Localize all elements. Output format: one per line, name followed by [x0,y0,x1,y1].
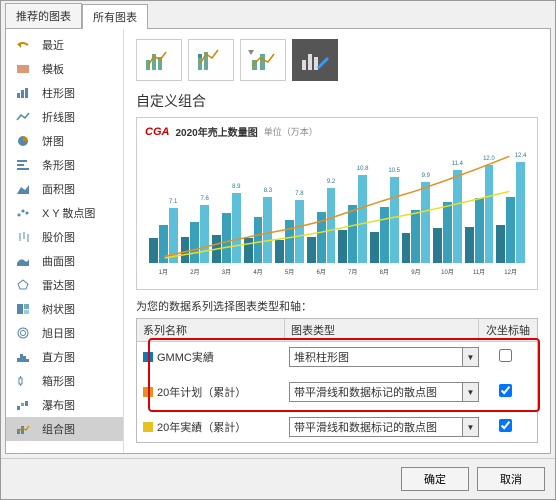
series-name: 20年実績（累計） [157,419,289,435]
chart-preview[interactable]: CGA 2020年売上数量图 单位（万本） 7.11月7.62月8.93月8.3… [136,117,538,290]
series-name: GMMC実績 [157,349,289,365]
combo-subtype-custom[interactable] [292,39,338,81]
sidebar-item-label: 最近 [42,37,64,53]
sidebar-item-label: 面积图 [42,181,75,197]
dropdown-arrow-icon: ▼ [462,418,478,436]
radar-icon [14,278,34,292]
recent-icon [14,38,34,52]
grid-header-name: 系列名称 [137,319,285,341]
chart-type-sidebar: 最近模板柱形图折线图饼图条形图面积图 X Y 散点图股价图曲面图雷达图树状图旭日图… [6,29,124,453]
sidebar-item-surface[interactable]: 曲面图 [6,249,123,273]
histogram-icon [14,350,34,364]
sidebar-item-treemap[interactable]: 树状图 [6,297,123,321]
section-title: 自定义组合 [136,91,538,111]
sidebar-item-template[interactable]: 模板 [6,57,123,81]
cancel-button[interactable]: 取消 [477,467,545,491]
series-row: 20年実績（累計）带平滑线和数据标记的散点图▼ [137,407,537,442]
stock-icon [14,230,34,244]
sidebar-item-label: 组合图 [42,421,75,437]
secondary-axis-checkbox[interactable] [499,349,512,362]
sidebar-item-label: 条形图 [42,157,75,173]
line-icon [14,110,34,124]
combo-subtype-2[interactable] [188,39,234,81]
grid-header-type: 图表类型 [285,319,479,341]
dropdown-arrow-icon: ▼ [462,383,478,401]
sidebar-item-label: 雷达图 [42,277,75,293]
tab-recommended[interactable]: 推荐的图表 [5,3,82,28]
combo-icon [14,422,34,436]
sidebar-item-column[interactable]: 柱形图 [6,81,123,105]
combo-subtype-row [136,39,538,81]
series-row: GMMC実績堆积柱形图▼ [137,342,537,372]
series-swatch [143,387,153,397]
chart-type-select[interactable]: 带平滑线和数据标记的散点图▼ [289,417,479,437]
sidebar-item-label: 箱形图 [42,373,75,389]
area-icon [14,182,34,196]
template-icon [14,62,34,76]
preview-unit: 单位（万本） [264,125,318,138]
dropdown-arrow-icon: ▼ [462,348,478,366]
combo-subtype-3[interactable] [240,39,286,81]
combo-subtype-1[interactable] [136,39,182,81]
sidebar-item-label: 旭日图 [42,325,75,341]
sidebar-item-waterfall[interactable]: 瀑布图 [6,393,123,417]
sidebar-item-label: 饼图 [42,133,64,149]
sidebar-item-radar[interactable]: 雷达图 [6,273,123,297]
grid-label: 为您的数据系列选择图表类型和轴： [136,298,538,314]
sidebar-item-recent[interactable]: 最近 [6,33,123,57]
sidebar-item-box[interactable]: 箱形图 [6,369,123,393]
series-row: 20年计划（累計）带平滑线和数据标记的散点图▼ [137,372,537,407]
sidebar-item-label: 曲面图 [42,253,75,269]
scatter-icon [14,206,34,220]
series-swatch [143,352,153,362]
sidebar-item-scatter[interactable]: X Y 散点图 [6,201,123,225]
treemap-icon [14,302,34,316]
chart-type-select[interactable]: 带平滑线和数据标记的散点图▼ [289,382,479,402]
preview-title: 2020年売上数量图 [175,124,257,139]
tab-all[interactable]: 所有图表 [82,4,148,29]
series-swatch [143,422,153,432]
sidebar-item-label: 柱形图 [42,85,75,101]
column-icon [14,86,34,100]
sidebar-item-label: 折线图 [42,109,75,125]
chart-type-select[interactable]: 堆积柱形图▼ [289,347,479,367]
secondary-axis-checkbox[interactable] [499,384,512,397]
grid-header-axis: 次坐标轴 [479,319,537,341]
ok-button[interactable]: 确定 [401,467,469,491]
sidebar-item-bar[interactable]: 条形图 [6,153,123,177]
surface-icon [14,254,34,268]
series-grid: 系列名称 图表类型 次坐标轴 GMMC実績堆积柱形图▼20年计划（累計）带平滑线… [136,318,538,443]
sidebar-item-label: 股价图 [42,229,75,245]
series-name: 20年计划（累計） [157,384,289,400]
pie-icon [14,134,34,148]
sidebar-item-label: 直方图 [42,349,75,365]
sidebar-item-pie[interactable]: 饼图 [6,129,123,153]
waterfall-icon [14,398,34,412]
sidebar-item-line[interactable]: 折线图 [6,105,123,129]
sidebar-item-sunburst[interactable]: 旭日图 [6,321,123,345]
secondary-axis-checkbox[interactable] [499,419,512,432]
sidebar-item-combo[interactable]: 组合图 [6,417,123,441]
sidebar-item-area[interactable]: 面积图 [6,177,123,201]
sidebar-item-stock[interactable]: 股价图 [6,225,123,249]
sidebar-item-label: X Y 散点图 [42,205,95,221]
sidebar-item-label: 瀑布图 [42,397,75,413]
preview-logo: CGA [145,126,169,138]
bar-icon [14,158,34,172]
box-icon [14,374,34,388]
sidebar-item-histogram[interactable]: 直方图 [6,345,123,369]
sidebar-item-label: 树状图 [42,301,75,317]
sunburst-icon [14,326,34,340]
sidebar-item-label: 模板 [42,61,64,77]
